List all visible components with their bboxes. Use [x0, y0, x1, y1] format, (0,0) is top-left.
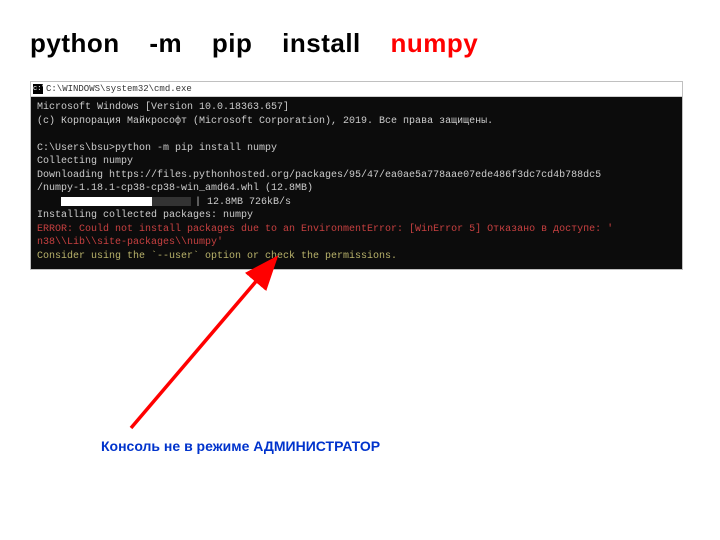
cmd-icon: c:\: [33, 84, 43, 94]
terminal-body: Microsoft Windows [Version 10.0.18363.65…: [31, 97, 682, 269]
term-line-wheel: /numpy-1.18.1-cp38-cp38-win_amd64.whl (1…: [37, 182, 676, 196]
cmd-word-m: -m: [149, 28, 182, 58]
term-line-version: Microsoft Windows [Version 10.0.18363.65…: [37, 101, 676, 115]
cmd-word-python: python: [30, 28, 120, 58]
term-line-progress: | 12.8MB 726kB/s: [37, 196, 676, 210]
cmd-word-install: install: [282, 28, 361, 58]
terminal-window: c:\ C:\WINDOWS\system32\cmd.exe Microsof…: [30, 81, 683, 270]
progress-text: | 12.8MB 726kB/s: [195, 197, 291, 208]
term-line-download: Downloading https://files.pythonhosted.o…: [37, 169, 676, 183]
cmd-word-package: numpy: [391, 28, 479, 58]
term-line-suggest: Consider using the `--user` option or ch…: [37, 250, 676, 264]
cmd-word-pip: pip: [212, 28, 253, 58]
term-line-error2: n38\\Lib\\site-packages\\numpy': [37, 236, 676, 250]
terminal-title-text: C:\WINDOWS\system32\cmd.exe: [46, 83, 192, 95]
terminal-titlebar: c:\ C:\WINDOWS\system32\cmd.exe: [31, 82, 682, 97]
command-heading: python -m pip install numpy: [30, 28, 690, 59]
progress-bar: [61, 197, 191, 206]
term-line-collecting: Collecting numpy: [37, 155, 676, 169]
term-line-prompt: C:\Users\bsu>python -m pip install numpy: [37, 142, 676, 156]
term-line-installing: Installing collected packages: numpy: [37, 209, 676, 223]
term-line-error: ERROR: Could not install packages due to…: [37, 223, 676, 237]
term-line-copyright: (c) Корпорация Майкрософт (Microsoft Cor…: [37, 115, 676, 129]
annotation-text: Консоль не в режиме АДМИНИСТРАТОР: [101, 438, 380, 454]
annotation-arrow: [101, 250, 321, 430]
